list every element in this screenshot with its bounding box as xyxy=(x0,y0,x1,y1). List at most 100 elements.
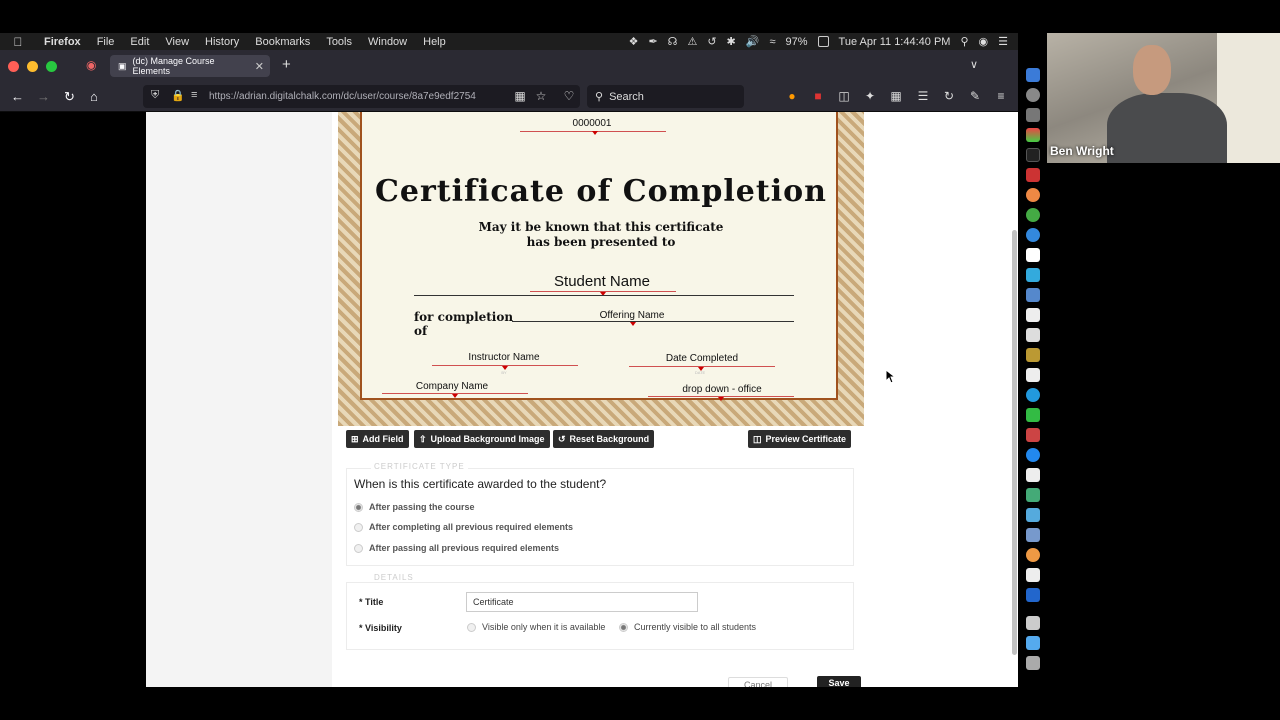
battery-icon[interactable] xyxy=(817,36,829,47)
visibility-option-hidden[interactable]: Visible only when it is available xyxy=(467,622,605,632)
list-tabs-icon[interactable]: ∨ xyxy=(970,58,978,71)
menu-tools[interactable]: Tools xyxy=(318,36,360,48)
trash-icon[interactable] xyxy=(1026,656,1040,670)
company-name-field[interactable]: Company Name xyxy=(402,381,502,392)
menu-window[interactable]: Window xyxy=(360,36,415,48)
bluetooth-icon[interactable]: ✱ xyxy=(727,35,736,48)
numbers-icon[interactable] xyxy=(1026,488,1040,502)
photos-icon[interactable] xyxy=(1026,548,1040,562)
menu-help[interactable]: Help xyxy=(415,36,454,48)
zoom-icon[interactable] xyxy=(1026,588,1040,602)
textedit-icon[interactable] xyxy=(1026,468,1040,482)
forward-button[interactable]: → xyxy=(37,88,50,106)
cert-type-option-2[interactable]: After completing all previous required e… xyxy=(354,522,573,532)
cancel-button[interactable]: Cancel xyxy=(728,677,788,687)
google-icon[interactable] xyxy=(1026,248,1040,262)
dropdown-office-field[interactable]: drop down - office xyxy=(662,384,782,395)
control-center-icon[interactable]: ☰ xyxy=(998,35,1008,48)
settings-icon[interactable] xyxy=(1026,108,1040,122)
pen-icon[interactable]: ✒ xyxy=(648,35,657,48)
finder-icon[interactable] xyxy=(1026,68,1040,82)
firefox-icon[interactable] xyxy=(1026,188,1040,202)
notes-icon[interactable] xyxy=(1026,328,1040,342)
time-machine-icon[interactable]: ↺ xyxy=(707,35,716,48)
preview-certificate-button[interactable]: ◫ Preview Certificate xyxy=(748,430,852,448)
stickies-icon[interactable] xyxy=(1026,348,1040,362)
reset-background-button[interactable]: ↺ Reset Background xyxy=(553,430,655,448)
zoom-window-button[interactable] xyxy=(46,60,57,72)
certificate-number[interactable]: 0000001 xyxy=(552,118,632,129)
sync-icon[interactable]: ↻ xyxy=(942,89,956,103)
minimize-window-button[interactable] xyxy=(27,60,38,72)
document-icon[interactable] xyxy=(1026,368,1040,382)
vivaldi-icon[interactable] xyxy=(1026,168,1040,182)
calendar-icon[interactable] xyxy=(1026,308,1040,322)
extension-4-icon[interactable]: ▦ xyxy=(889,89,903,103)
headphones-icon[interactable]: ☊ xyxy=(668,35,678,48)
screens-icon[interactable] xyxy=(1026,508,1040,522)
home-button[interactable]: ⌂ xyxy=(90,88,98,106)
extension-2-icon[interactable]: ■ xyxy=(811,89,825,103)
safari-icon[interactable] xyxy=(1026,228,1040,242)
shield-icon[interactable]: ⛨ xyxy=(151,89,159,102)
preview-app-icon[interactable] xyxy=(1026,288,1040,302)
add-field-button[interactable]: ⊞ Add Field xyxy=(346,430,409,448)
upload-background-button[interactable]: ⇧ Upload Background Image xyxy=(414,430,550,448)
extensions-icon[interactable]: ✎ xyxy=(968,89,982,103)
library-icon[interactable]: ☰ xyxy=(916,89,930,103)
radio-unselected[interactable] xyxy=(354,522,363,532)
extension-3-icon[interactable]: ✦ xyxy=(863,89,877,103)
downloads-folder-icon[interactable] xyxy=(1026,616,1040,630)
menu-bookmarks[interactable]: Bookmarks xyxy=(247,36,318,48)
page-scrollbar[interactable] xyxy=(1012,230,1017,655)
siri-icon[interactable]: ◉ xyxy=(979,35,989,48)
grid-icon[interactable]: ▦ xyxy=(513,89,527,103)
chrome-icon[interactable] xyxy=(1026,208,1040,222)
student-name-field[interactable]: Student Name xyxy=(502,273,702,290)
apple-icon[interactable]:  xyxy=(0,35,36,49)
terminal-icon[interactable] xyxy=(1026,148,1040,162)
permissions-icon[interactable]: ≡ xyxy=(191,89,197,101)
offering-name-field[interactable]: Offering Name xyxy=(582,310,682,321)
search-input[interactable]: ⚲ Search xyxy=(587,85,744,108)
cert-type-option-1[interactable]: After passing the course xyxy=(354,502,475,512)
menu-history[interactable]: History xyxy=(197,36,247,48)
back-button[interactable]: ← xyxy=(11,88,24,106)
radio-selected[interactable] xyxy=(354,502,363,512)
radio-unselected[interactable] xyxy=(467,622,476,632)
dropbox-icon[interactable]: ❖ xyxy=(629,35,639,48)
instructor-name-field[interactable]: Instructor Name xyxy=(454,352,554,363)
menu-view[interactable]: View xyxy=(157,36,197,48)
sidebar-icon[interactable]: ◫ xyxy=(837,89,851,103)
close-tab-icon[interactable]: ✕ xyxy=(255,60,264,73)
app-icon[interactable] xyxy=(1026,268,1040,282)
file-icon[interactable] xyxy=(1026,568,1040,582)
clock[interactable]: Tue Apr 11 1:44:40 PM xyxy=(839,36,951,48)
close-window-button[interactable] xyxy=(8,60,19,72)
new-tab-button[interactable]: + xyxy=(282,56,291,73)
pocket-icon[interactable]: ♡ xyxy=(562,89,576,103)
firefox-view-icon[interactable]: ◉ xyxy=(86,58,96,72)
date-completed-field[interactable]: Date Completed xyxy=(652,353,752,364)
title-input[interactable]: Certificate xyxy=(466,592,698,612)
messages-icon[interactable] xyxy=(1026,388,1040,402)
photo-booth-icon[interactable] xyxy=(1026,428,1040,442)
app-store-icon[interactable] xyxy=(1026,448,1040,462)
save-button[interactable]: Save xyxy=(817,676,861,687)
cert-type-option-3[interactable]: After passing all previous required elem… xyxy=(354,543,559,553)
facetime-icon[interactable] xyxy=(1026,408,1040,422)
menu-file[interactable]: File xyxy=(89,36,123,48)
spotlight-icon[interactable]: ⚲ xyxy=(960,35,968,48)
tab-manage-course[interactable]: ▣ (dc) Manage Course Elements ✕ xyxy=(110,55,270,77)
app-menu-icon[interactable]: ≡ xyxy=(994,89,1008,103)
extension-1-icon[interactable]: ● xyxy=(785,89,799,103)
utility-icon[interactable] xyxy=(1026,528,1040,542)
slack-icon[interactable] xyxy=(1026,128,1040,142)
volume-icon[interactable]: 🔊 xyxy=(746,35,760,48)
reload-button[interactable]: ↻ xyxy=(64,88,75,106)
bookmark-star-icon[interactable]: ☆ xyxy=(534,89,548,103)
menu-firefox[interactable]: Firefox xyxy=(36,36,89,48)
radio-unselected[interactable] xyxy=(354,543,363,553)
launchpad-icon[interactable] xyxy=(1026,88,1040,102)
wifi-icon[interactable]: ≈ xyxy=(769,36,775,48)
